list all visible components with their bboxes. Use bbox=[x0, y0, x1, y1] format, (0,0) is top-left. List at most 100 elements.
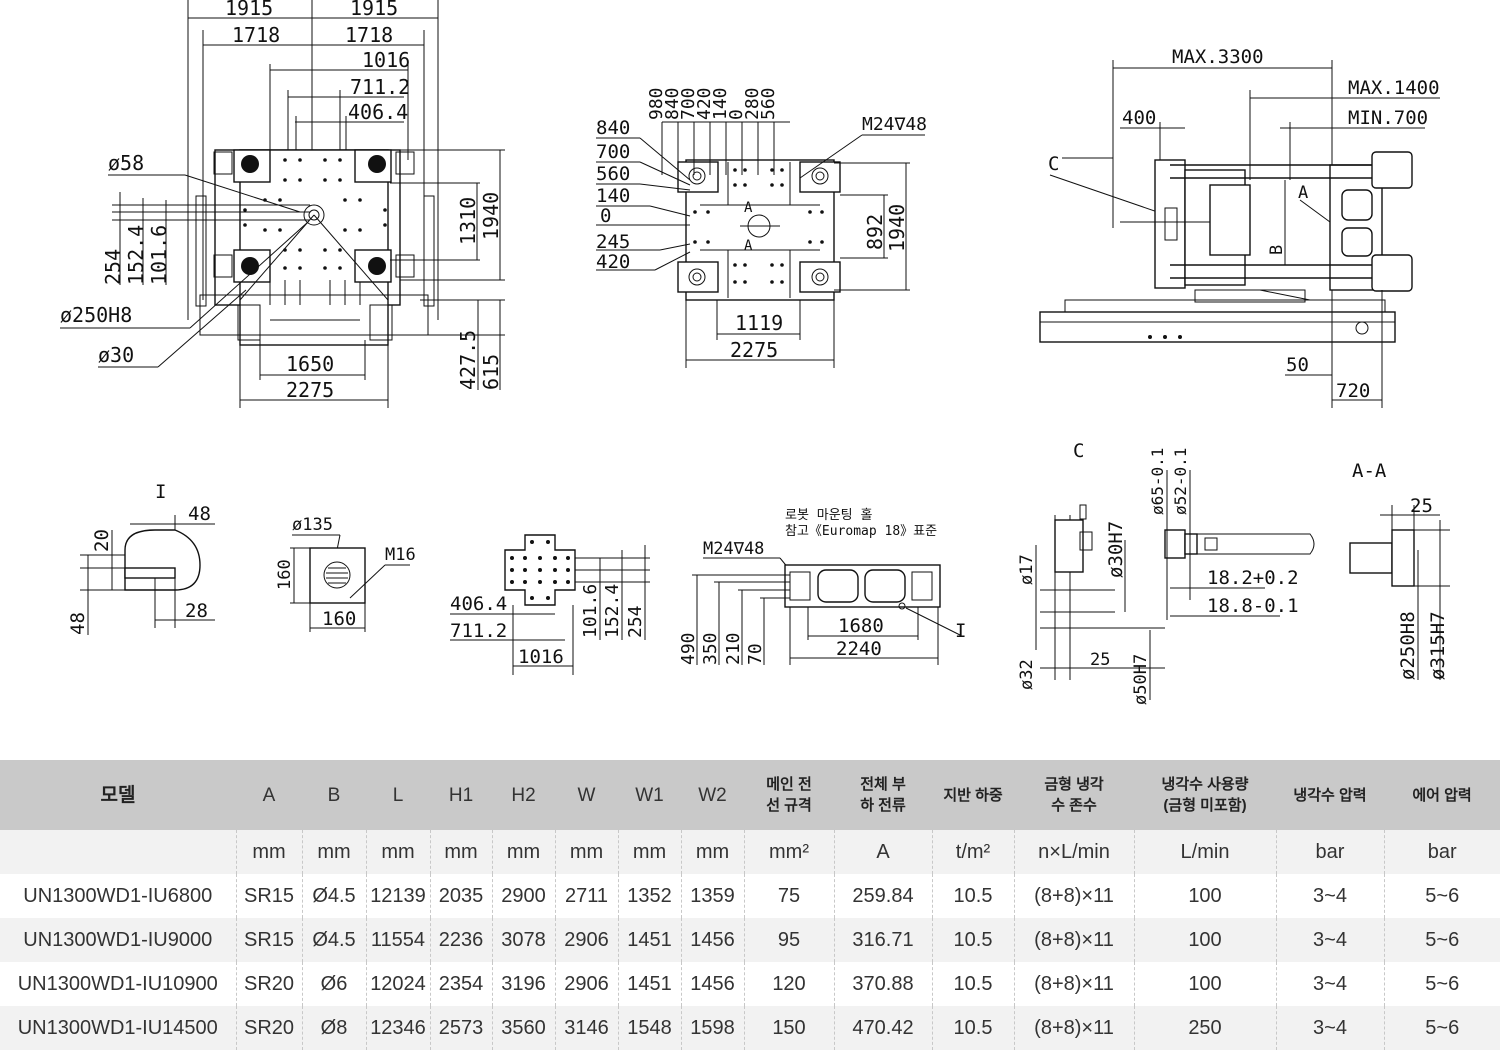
table-header-row: 모델 A B L H1 H2 W W1 W2 메인 전선 규격 전체 부하 전류 지반 하중 금형 냉각… bbox=[0, 760, 1500, 830]
table-cell: 12139 bbox=[365, 874, 430, 918]
unit-cell: mm bbox=[617, 830, 681, 874]
spec-table: 모델 A B L H1 H2 W W1 W2 메인 전선 규격 전체 부하 전류 지반 하중 금형 냉각… bbox=[0, 760, 1500, 1050]
table-cell: 75 bbox=[743, 874, 834, 918]
table-row: UN1300WD1-IU10900 SR20 Ø6 12024 2354 3196 2906… bbox=[0, 962, 1500, 1006]
table-cell: 10.5 bbox=[931, 962, 1014, 1006]
table-cell: 2900 bbox=[491, 874, 555, 918]
table-cell: 100 bbox=[1133, 962, 1276, 1006]
header-cell: 지반 하중 bbox=[932, 760, 1014, 830]
table-cell: 2035 bbox=[429, 874, 492, 918]
det2-152: 152.4 bbox=[602, 584, 623, 638]
det-i-ref: I bbox=[955, 620, 966, 642]
label-b-side: B bbox=[1267, 245, 1287, 255]
header-cell: 메인 전선 규격 bbox=[744, 760, 834, 830]
dim-phi30: ø30 bbox=[98, 343, 134, 367]
unit-cell: mm² bbox=[743, 830, 834, 874]
dim-160v: 160 bbox=[275, 559, 295, 590]
dim-350: 350 bbox=[700, 632, 721, 665]
table-cell: 2711 bbox=[554, 874, 618, 918]
table-cell: 3146 bbox=[554, 1006, 618, 1050]
det-i-48b: 48 bbox=[67, 612, 89, 635]
dim-phi17: ø17 bbox=[1017, 554, 1037, 585]
dim-phi30h7: ø30H7 bbox=[1105, 521, 1127, 578]
dim-1650: 1650 bbox=[286, 352, 334, 376]
dim-406: 406.4 bbox=[348, 100, 408, 124]
table-row: UN1300WD1-IU6800 SR15 Ø4.5 12139 2035 2900 271… bbox=[0, 874, 1500, 918]
detail-flange: ø135 M16 160 160 bbox=[275, 515, 416, 632]
table-cell: 11554 bbox=[365, 918, 430, 962]
header-cell: L bbox=[366, 760, 430, 830]
table-cell: (8+8)×11 bbox=[1013, 918, 1134, 962]
unit-cell: mm bbox=[365, 830, 430, 874]
table-cell: SR15 bbox=[235, 874, 302, 918]
unit-cell: mm bbox=[429, 830, 492, 874]
table-cell: UN1300WD1-IU9000 bbox=[0, 918, 236, 962]
header-cell: 금형 냉각 수 존수 bbox=[1014, 760, 1134, 830]
table-cell: 2906 bbox=[554, 962, 618, 1006]
table-cell: 2354 bbox=[429, 962, 492, 1006]
table-cell: UN1300WD1-IU14500 bbox=[0, 1006, 236, 1050]
table-cell: 1598 bbox=[680, 1006, 744, 1050]
header-cell: 에어 압력 bbox=[1384, 760, 1500, 830]
table-cell: 2573 bbox=[429, 1006, 492, 1050]
mid-840: 840 bbox=[596, 117, 630, 139]
det2-406: 406.4 bbox=[450, 593, 507, 615]
table-cell: 150 bbox=[743, 1006, 834, 1050]
dim-phi58: ø58 bbox=[108, 151, 144, 175]
table-cell: (8+8)×11 bbox=[1013, 874, 1134, 918]
table-row: UN1300WD1-IU14500 SR20 Ø8 12346 2573 3560 3146… bbox=[0, 1006, 1500, 1050]
table-cell: 1359 bbox=[680, 874, 744, 918]
dim-1915-left: 1915 bbox=[225, 0, 273, 20]
section-aa-title: A-A bbox=[1352, 460, 1387, 482]
table-cell: 10.5 bbox=[931, 874, 1014, 918]
dim-711: 711.2 bbox=[350, 75, 410, 99]
header-cell: W bbox=[555, 760, 618, 830]
table-cell: 250 bbox=[1133, 1006, 1276, 1050]
dim-720: 720 bbox=[1336, 380, 1370, 402]
header-cell: 모델 bbox=[0, 760, 236, 830]
header-cell: B bbox=[302, 760, 366, 830]
unit-cell: bar bbox=[1383, 830, 1500, 874]
table-cell: SR15 bbox=[235, 918, 302, 962]
dim-892: 892 bbox=[863, 214, 887, 250]
dim-max1400: MAX.1400 bbox=[1348, 77, 1440, 99]
m24-top: M24∇48 bbox=[862, 114, 927, 135]
table-cell: UN1300WD1-IU10900 bbox=[17, 972, 218, 995]
dim-18-2: 18.2+0.2 bbox=[1207, 567, 1299, 589]
dim-254: 254 bbox=[101, 249, 125, 285]
table-cell: SR20 bbox=[235, 962, 302, 1006]
robot-note-2: 참고《Euromap 18》표준 bbox=[785, 524, 937, 539]
dim-phi250h8: ø250H8 bbox=[1397, 611, 1419, 680]
det2-254: 254 bbox=[625, 605, 646, 638]
dim-490: 490 bbox=[678, 632, 699, 665]
dim-160h: 160 bbox=[322, 608, 356, 630]
table-cell: (8+8)×11 bbox=[1013, 962, 1134, 1006]
det-i-20: 20 bbox=[91, 529, 113, 552]
table-cell: 1456 bbox=[680, 962, 744, 1006]
table-cell: SR20 bbox=[235, 1006, 302, 1050]
table-cell: 1352 bbox=[617, 874, 681, 918]
dim-phi50h7: ø50H7 bbox=[1131, 654, 1151, 705]
dim-1119: 1119 bbox=[735, 311, 783, 335]
table-cell: 95 bbox=[743, 918, 834, 962]
mid-560: 560 bbox=[596, 163, 630, 185]
unit-cell: mm bbox=[680, 830, 744, 874]
table-cell: 12024 bbox=[365, 962, 430, 1006]
dim-phi32: ø32 bbox=[1017, 659, 1037, 690]
table-cell: 100 bbox=[1133, 874, 1276, 918]
table-cell: 3~4 bbox=[1275, 874, 1384, 918]
unit-cell: t/m² bbox=[931, 830, 1014, 874]
table-row: UN1300WD1-IU9000 SR15 Ø4.5 11554 2236 3078 290… bbox=[0, 918, 1500, 962]
dim-2240: 2240 bbox=[836, 638, 882, 660]
table-cell: 5~6 bbox=[1383, 962, 1500, 1006]
table-cell: 2236 bbox=[429, 918, 492, 962]
dim-152: 152.4 bbox=[124, 225, 148, 285]
label-a-side: A bbox=[1298, 183, 1308, 203]
dim-2275a: 2275 bbox=[286, 378, 334, 402]
detail-robot-mount: 로봇 마운팅 홀 참고《Euromap 18》표준 M24∇48 I 490 3… bbox=[678, 508, 966, 665]
table-cell: 316.71 bbox=[833, 918, 932, 962]
table-cell: 10.5 bbox=[931, 1006, 1014, 1050]
dim-phi52: ø52-0.1 bbox=[1171, 448, 1190, 515]
platen-front-view: 1915 1915 1718 1718 1016 711.2 406.4 ø58… bbox=[60, 0, 505, 408]
dim-101: 101.6 bbox=[147, 225, 171, 285]
